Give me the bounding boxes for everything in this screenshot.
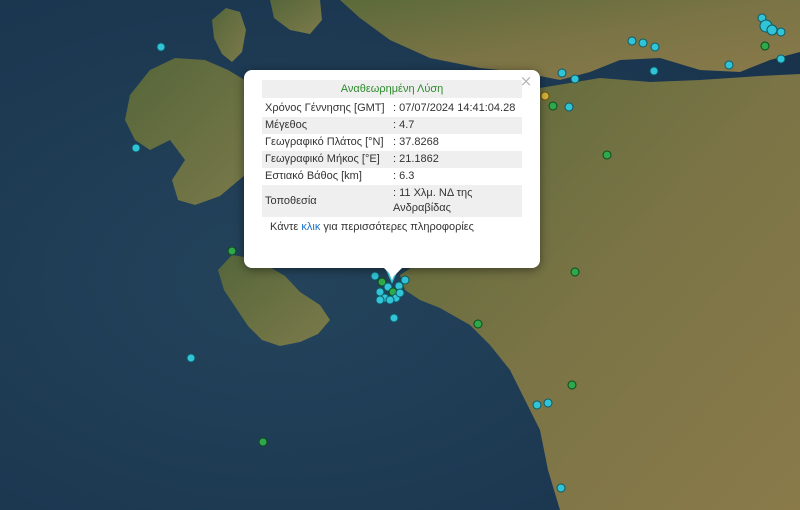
green-earthquake-marker[interactable] bbox=[473, 319, 483, 329]
cyan-earthquake-marker[interactable] bbox=[532, 400, 542, 410]
cyan-earthquake-marker[interactable] bbox=[389, 313, 399, 323]
info-value: : 6.3 bbox=[393, 170, 415, 182]
cyan-earthquake-marker[interactable] bbox=[156, 42, 166, 52]
cyan-earthquake-marker[interactable] bbox=[395, 288, 405, 298]
info-value: : 07/07/2024 14:41:04.28 bbox=[393, 102, 516, 114]
info-value: : 11 Χλμ. ΝΔ της Ανδραβίδας bbox=[393, 187, 473, 214]
cyan-earthquake-marker[interactable] bbox=[649, 66, 659, 76]
info-row-magnitude: Μέγεθος : 4.7 bbox=[262, 117, 522, 134]
cyan-earthquake-marker[interactable] bbox=[556, 483, 566, 493]
earthquake-info-table: Χρόνος Γέννησης [GMT] : 07/07/2024 14:41… bbox=[262, 100, 522, 217]
more-info-suffix: για περισσότερες πληροφορίες bbox=[320, 221, 474, 233]
green-earthquake-marker[interactable] bbox=[570, 267, 580, 277]
green-earthquake-marker[interactable] bbox=[258, 437, 268, 447]
popup-title: Αναθεωρημένη Λύση bbox=[262, 80, 522, 98]
more-info-prefix: Κάντε bbox=[270, 221, 302, 233]
cyan-earthquake-marker[interactable] bbox=[776, 54, 786, 64]
info-label: Γεωγραφικό Μήκος [°E] bbox=[265, 153, 380, 165]
cyan-earthquake-marker[interactable] bbox=[638, 38, 648, 48]
cyan-earthquake-marker[interactable] bbox=[650, 42, 660, 52]
cyan-earthquake-marker[interactable] bbox=[776, 27, 786, 37]
cyan-earthquake-marker[interactable] bbox=[186, 353, 196, 363]
cyan-earthquake-marker[interactable] bbox=[543, 398, 553, 408]
cyan-earthquake-marker[interactable] bbox=[570, 74, 580, 84]
close-icon[interactable]: × bbox=[518, 73, 534, 89]
info-row-latitude: Γεωγραφικό Πλάτος [°N] : 37.8268 bbox=[262, 134, 522, 151]
cyan-earthquake-marker[interactable] bbox=[370, 271, 380, 281]
green-earthquake-marker[interactable] bbox=[567, 380, 577, 390]
more-info-line: Κάντε κλικ για περισσότερες πληροφορίες bbox=[262, 221, 522, 233]
cyan-earthquake-marker[interactable] bbox=[557, 68, 567, 78]
info-value: : 37.8268 bbox=[393, 136, 439, 148]
green-earthquake-marker[interactable] bbox=[760, 41, 770, 51]
info-row-location: Τοποθεσία : 11 Χλμ. ΝΔ της Ανδραβίδας bbox=[262, 185, 522, 217]
green-earthquake-marker[interactable] bbox=[602, 150, 612, 160]
cyan-earthquake-marker[interactable] bbox=[375, 295, 385, 305]
green-earthquake-marker[interactable] bbox=[548, 101, 558, 111]
info-label: Εστιακό Βάθος [km] bbox=[265, 170, 362, 182]
cyan-earthquake-marker[interactable] bbox=[400, 275, 410, 285]
cyan-earthquake-marker[interactable] bbox=[627, 36, 637, 46]
info-label: Χρόνος Γέννησης [GMT] bbox=[265, 102, 385, 114]
info-row-depth: Εστιακό Βάθος [km] : 6.3 bbox=[262, 168, 522, 185]
info-label: Τοποθεσία bbox=[265, 194, 317, 207]
more-info-link[interactable]: κλικ bbox=[301, 221, 320, 233]
yellow-earthquake-marker[interactable] bbox=[540, 91, 550, 101]
cyan-earthquake-marker[interactable] bbox=[385, 295, 395, 305]
info-row-longitude: Γεωγραφικό Μήκος [°E] : 21.1862 bbox=[262, 151, 522, 168]
cyan-earthquake-marker[interactable] bbox=[766, 24, 778, 36]
info-row-origin-time: Χρόνος Γέννησης [GMT] : 07/07/2024 14:41… bbox=[262, 100, 522, 117]
green-earthquake-marker[interactable] bbox=[227, 246, 237, 256]
cyan-earthquake-marker[interactable] bbox=[724, 60, 734, 70]
info-label: Γεωγραφικό Πλάτος [°N] bbox=[265, 136, 384, 148]
info-label: Μέγεθος bbox=[265, 119, 308, 131]
info-value: : 4.7 bbox=[393, 119, 415, 131]
earthquake-info-popup: × Αναθεωρημένη Λύση Χρόνος Γέννησης [GMT… bbox=[244, 70, 540, 277]
popup-tip bbox=[384, 268, 402, 277]
cyan-earthquake-marker[interactable] bbox=[131, 143, 141, 153]
info-value: : 21.1862 bbox=[393, 153, 439, 165]
cyan-earthquake-marker[interactable] bbox=[564, 102, 574, 112]
